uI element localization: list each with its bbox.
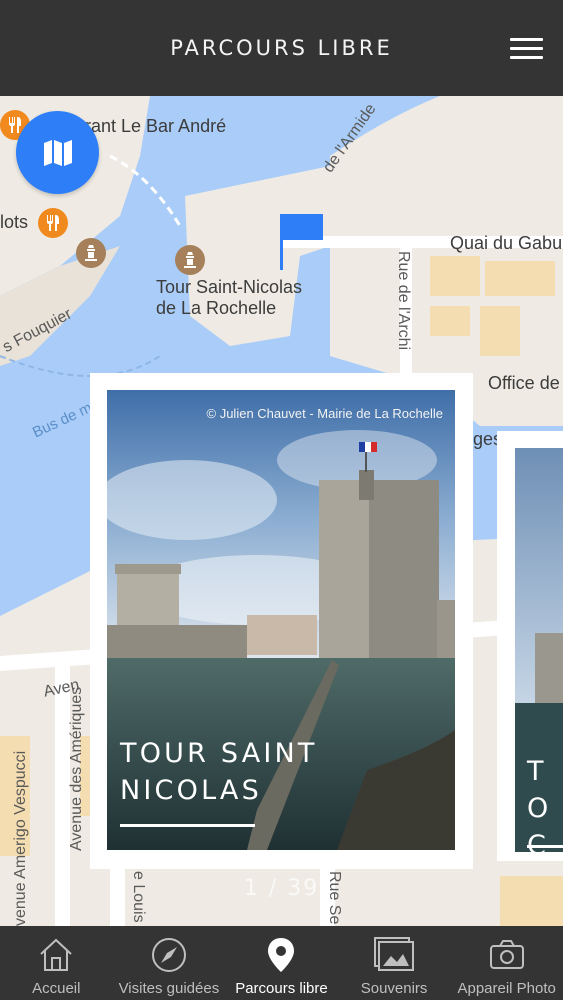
- tab-appareil-photo[interactable]: Appareil Photo: [450, 926, 563, 1000]
- tab-label: Accueil: [32, 980, 81, 997]
- place-card-title: TO CH: [527, 756, 552, 852]
- flag-marker-icon[interactable]: [280, 214, 326, 274]
- restaurant-pin-icon[interactable]: [38, 208, 68, 238]
- map-label-tour-line2: de La Rochelle: [156, 298, 277, 318]
- tab-souvenirs[interactable]: Souvenirs: [338, 926, 451, 1000]
- hamburger-menu-button[interactable]: [510, 38, 543, 60]
- tab-label: Visites guidées: [118, 980, 220, 997]
- tab-label: Parcours libre: [235, 980, 328, 997]
- map-label-office: Office de: [488, 373, 560, 393]
- map-label-rue: Rue de l'Archi: [395, 251, 412, 351]
- card-underline: [527, 845, 563, 848]
- tab-visites-guidees[interactable]: Visites guidées: [113, 926, 226, 1000]
- compass-icon: [151, 938, 186, 972]
- place-card-title: TOUR SAINT NICOLAS: [120, 738, 318, 806]
- photos-icon: [374, 937, 415, 971]
- map-icon: [43, 139, 72, 166]
- map-toggle-button[interactable]: [16, 111, 99, 194]
- map-label-ameriques: Avenue des Amériques: [68, 686, 85, 851]
- header: PARCOURS LIBRE: [0, 0, 563, 96]
- card-pager: 1 / 39: [243, 876, 320, 901]
- place-card[interactable]: © Julien Chauvet - Mairie de La Rochelle…: [90, 373, 473, 869]
- tab-parcours-libre[interactable]: Parcours libre: [225, 926, 338, 1000]
- place-card[interactable]: TO CH: [497, 431, 563, 861]
- photo-credit: © Julien Chauvet - Mairie de La Rochelle: [206, 406, 443, 421]
- home-icon: [40, 938, 72, 971]
- tab-label: Souvenirs: [360, 980, 428, 997]
- location-pin-icon: [268, 938, 295, 972]
- bottom-tab-bar: Accueil Visites guidées Parcours libre S…: [0, 926, 563, 1000]
- place-card-image: TO CH: [515, 448, 563, 852]
- menu-line: [510, 47, 543, 50]
- map-view[interactable]: rant Le Bar André de l'Armide Quai du Ga…: [0, 96, 563, 926]
- map-label-restaurant: rant Le Bar André: [85, 116, 227, 136]
- place-card-image: © Julien Chauvet - Mairie de La Rochelle…: [107, 390, 455, 850]
- card-underline: [120, 824, 255, 827]
- map-label-lots: lots: [0, 212, 29, 232]
- tab-label: Appareil Photo: [457, 980, 556, 997]
- menu-line: [510, 38, 543, 41]
- page-title: PARCOURS LIBRE: [170, 36, 393, 60]
- map-label-tour: Tour Saint-Nicolas: [156, 277, 303, 297]
- tab-accueil[interactable]: Accueil: [0, 926, 113, 1000]
- monument-pin-icon[interactable]: [76, 238, 106, 268]
- monument-pin-icon[interactable]: [175, 245, 205, 275]
- menu-line: [510, 56, 543, 59]
- camera-icon: [489, 940, 524, 969]
- map-label-quai: Quai du Gabu: [450, 233, 563, 253]
